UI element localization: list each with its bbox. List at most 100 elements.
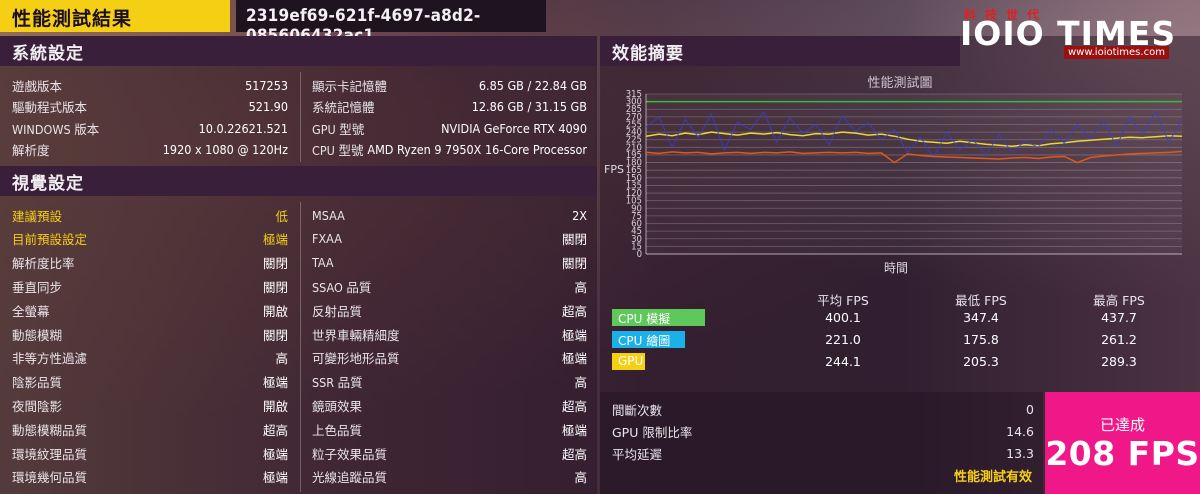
setting-row: 動態模糊 關閉: [12, 323, 288, 345]
summary-value: 13.3: [1006, 445, 1034, 461]
setting-label: 建議預設: [12, 208, 63, 224]
setting-row: 解析度 1920 x 1080 @ 120Hz: [12, 139, 288, 161]
setting-label: 可變形地形品質: [312, 351, 400, 367]
setting-row: 環境紋理品質 極端: [12, 442, 288, 464]
chart-x-axis-label: 時間: [884, 261, 908, 275]
system-divider: [300, 72, 301, 162]
setting-label: 驅動程式版本: [12, 100, 88, 115]
setting-label: WINDOWS 版本: [12, 121, 100, 137]
stat-min-value: 175.8: [963, 332, 999, 347]
setting-label: 反射品質: [312, 303, 363, 319]
setting-value: 超高: [561, 446, 587, 462]
setting-row: CPU 型號 AMD Ryzen 9 7950X 16-Core Processo…: [312, 139, 587, 161]
summary-label: 間斷次數: [612, 402, 663, 418]
setting-row: 世界車輛精細度 極端: [312, 323, 587, 345]
setting-row: 鏡頭效果 超高: [312, 394, 587, 416]
setting-row: 顯示卡記憶體 6.85 GB / 22.84 GB: [312, 74, 587, 96]
setting-value: 關閉: [262, 327, 288, 343]
setting-label: 解析度比率: [12, 256, 75, 272]
setting-label: 目前預設設定: [12, 232, 88, 248]
setting-label: 系統記憶體: [312, 100, 375, 115]
setting-row: 光線追蹤品質 高: [312, 466, 587, 488]
column-avg-fps: 平均 FPS: [817, 293, 869, 308]
achieved-fps-box: 已達成 208 FPS: [1045, 392, 1200, 494]
summary-row: 間斷次數 0: [612, 398, 1034, 420]
setting-row: 遊戲版本 517253: [12, 74, 288, 96]
visual-settings-heading: 視覺設定: [0, 166, 597, 196]
summary-value: 14.6: [1006, 423, 1034, 439]
setting-row: 非等方性過濾 高: [12, 347, 288, 369]
setting-label: FXAA: [312, 231, 342, 247]
setting-label: 世界車輛精細度: [312, 327, 400, 343]
setting-label: 環境幾何品質: [12, 470, 88, 486]
setting-row: 可變形地形品質 極端: [312, 347, 587, 369]
column-min-fps: 最低 FPS: [955, 293, 1007, 308]
stat-avg-value: 400.1: [825, 310, 861, 325]
performance-heading: 效能摘要: [600, 36, 960, 66]
setting-row: 垂直同步 關閉: [12, 275, 288, 297]
setting-value: 超高: [561, 303, 587, 319]
setting-label: TAA: [312, 255, 334, 271]
setting-label: SSAO 品質: [312, 279, 372, 295]
setting-value: 超高: [262, 422, 288, 438]
setting-label: 動態模糊品質: [12, 422, 88, 438]
setting-value: 極端: [561, 327, 587, 343]
setting-value: 極端: [262, 470, 288, 486]
setting-value: NVIDIA GeForce RTX 4090: [441, 120, 587, 136]
setting-value: 6.85 GB / 22.84 GB: [478, 77, 587, 93]
achieved-label: 已達成: [1099, 416, 1145, 434]
setting-label: 夜間陰影: [12, 398, 63, 414]
setting-value: 極端: [262, 232, 288, 248]
stat-max-value: 261.2: [1101, 332, 1137, 347]
chart-y-tick-label: 0: [637, 249, 642, 260]
setting-value: 1920 x 1080 @ 120Hz: [162, 142, 288, 157]
series-badge: CPU 模擬: [612, 309, 705, 326]
visual-divider: [300, 202, 301, 492]
setting-row: SSAO 品質 高: [312, 275, 587, 297]
ioiotimes-logo: 科技世代 IOIO TIMES www.ioiotimes.com: [960, 6, 1192, 62]
setting-value: 高: [574, 279, 587, 295]
setting-label: CPU 型號: [312, 143, 364, 158]
setting-row: 解析度比率 關閉: [12, 252, 288, 274]
setting-row: 陰影品質 極端: [12, 371, 288, 393]
setting-value: 關閉: [262, 256, 288, 272]
setting-label: 解析度: [12, 143, 50, 158]
setting-value: 低: [275, 208, 288, 224]
setting-row: FXAA 關閉: [312, 228, 587, 250]
setting-row: 反射品質 超高: [312, 299, 587, 321]
page-title: 性能測試結果: [0, 0, 230, 32]
setting-row: WINDOWS 版本 10.0.22621.521: [12, 117, 288, 139]
fps-chart: 3153002852702552402252101951801651501351…: [604, 89, 1183, 275]
setting-label: 鏡頭效果: [312, 398, 363, 414]
setting-label: GPU 型號: [312, 121, 365, 137]
summary-row: GPU 限制比率 14.6: [612, 420, 1034, 442]
stat-avg-value: 221.0: [825, 332, 861, 347]
column-max-fps: 最高 FPS: [1093, 293, 1145, 308]
stat-min-value: 347.4: [963, 310, 999, 325]
setting-row: 建議預設 低: [12, 204, 288, 226]
setting-value: AMD Ryzen 9 7950X 16-Core Processor: [367, 142, 587, 157]
setting-label: 動態模糊: [12, 327, 63, 343]
setting-row: 系統記憶體 12.86 GB / 31.15 GB: [312, 96, 587, 118]
summary-value: 0: [1026, 401, 1034, 417]
setting-value: 高: [275, 351, 288, 367]
setting-value: 超高: [561, 398, 587, 414]
setting-row: TAA 關閉: [312, 252, 587, 274]
setting-value: 12.86 GB / 31.15 GB: [471, 99, 587, 114]
setting-value: 關閉: [262, 279, 288, 295]
chart-y-axis-label: FPS: [604, 163, 624, 176]
setting-value: 高: [574, 375, 587, 391]
setting-value: 關閉: [561, 232, 587, 248]
stat-max-value: 437.7: [1101, 310, 1137, 325]
setting-label: SSR 品質: [312, 375, 363, 391]
setting-label: 上色品質: [312, 422, 363, 438]
achieved-fps-value: 208 FPS: [1045, 434, 1200, 473]
setting-value: 2X: [572, 207, 587, 223]
setting-row: 夜間陰影 開啟: [12, 394, 288, 416]
setting-value: 極端: [561, 422, 587, 438]
setting-label: 環境紋理品質: [12, 446, 88, 462]
setting-label: 粒子效果品質: [312, 446, 388, 462]
setting-row: SSR 品質 高: [312, 371, 587, 393]
setting-row: 動態模糊品質 超高: [12, 418, 288, 440]
setting-value: 高: [574, 470, 587, 486]
